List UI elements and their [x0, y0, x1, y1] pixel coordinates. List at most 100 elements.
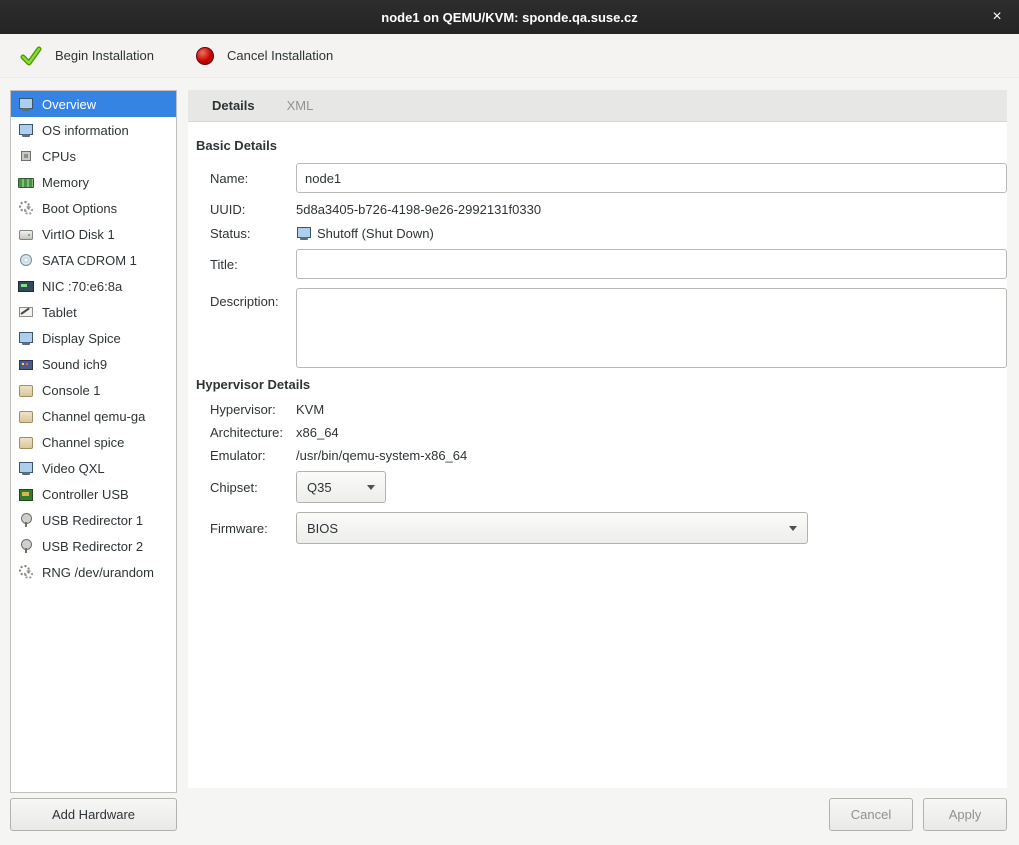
hypervisor-label: Hypervisor: [210, 402, 296, 417]
firmware-label: Firmware: [210, 521, 296, 536]
chipset-select[interactable]: Q35 [296, 471, 386, 503]
sidebar-item-tablet[interactable]: Tablet [11, 299, 176, 325]
sidebar-item-virtio-disk-1[interactable]: VirtIO Disk 1 [11, 221, 176, 247]
status-row: Status: Shutoff (Shut Down) [210, 225, 1007, 241]
firmware-selected-value: BIOS [307, 521, 338, 536]
toolbar: Begin Installation Cancel Installation [0, 34, 1019, 78]
window-title: node1 on QEMU/KVM: sponde.qa.suse.cz [381, 10, 637, 25]
sidebar-item-nic[interactable]: NIC :70:e6:8a [11, 273, 176, 299]
checkmark-icon [20, 46, 42, 66]
usb-icon [18, 512, 34, 528]
sidebar-item-sound-ich9[interactable]: Sound ich9 [11, 351, 176, 377]
cdrom-icon [18, 252, 34, 268]
right-column: Details XML Basic Details Name: UUID: 5d… [188, 90, 1007, 831]
sidebar-item-label: VirtIO Disk 1 [42, 227, 115, 242]
boot-options-icon [18, 200, 34, 216]
hypervisor-details-header: Hypervisor Details [196, 377, 1007, 392]
sidebar-item-rng[interactable]: RNG /dev/urandom [11, 559, 176, 585]
window-titlebar: node1 on QEMU/KVM: sponde.qa.suse.cz × [0, 0, 1019, 34]
status-label: Status: [210, 226, 296, 241]
architecture-row: Architecture: x86_64 [210, 425, 1007, 440]
uuid-row: UUID: 5d8a3405-b726-4198-9e26-2992131f03… [210, 202, 1007, 217]
tab-details[interactable]: Details [196, 90, 271, 121]
display-icon [18, 330, 34, 346]
sidebar-item-channel-qemu-ga[interactable]: Channel qemu-ga [11, 403, 176, 429]
sidebar-item-label: Memory [42, 175, 89, 190]
sidebar-item-label: Video QXL [42, 461, 105, 476]
sidebar-item-label: Console 1 [42, 383, 101, 398]
details-panel: Basic Details Name: UUID: 5d8a3405-b726-… [188, 122, 1007, 788]
console-icon [18, 382, 34, 398]
name-row: Name: [210, 163, 1007, 193]
sound-icon [18, 356, 34, 372]
name-input[interactable] [296, 163, 1007, 193]
uuid-label: UUID: [210, 202, 296, 217]
chipset-row: Chipset: Q35 [210, 471, 1007, 503]
status-value: Shutoff (Shut Down) [317, 226, 434, 241]
sidebar-item-usb-redirector-2[interactable]: USB Redirector 2 [11, 533, 176, 559]
cancel-installation-button[interactable]: Cancel Installation [186, 42, 343, 70]
sidebar-item-label: OS information [42, 123, 129, 138]
sidebar-item-label: CPUs [42, 149, 76, 164]
chevron-down-icon [789, 526, 797, 531]
chevron-down-icon [367, 485, 375, 490]
add-hardware-button[interactable]: Add Hardware [10, 798, 177, 831]
emulator-value: /usr/bin/qemu-system-x86_64 [296, 448, 467, 463]
chipset-label: Chipset: [210, 480, 296, 495]
cpu-icon [18, 148, 34, 164]
hardware-list: Overview OS information CPUs Memory Boot… [10, 90, 177, 793]
emulator-label: Emulator: [210, 448, 296, 463]
title-input[interactable] [296, 249, 1007, 279]
sidebar-item-label: Channel spice [42, 435, 124, 450]
shutoff-status-icon [296, 225, 312, 241]
description-label: Description: [210, 288, 296, 309]
sidebar-item-boot-options[interactable]: Boot Options [11, 195, 176, 221]
channel-icon [18, 408, 34, 424]
sidebar-item-channel-spice[interactable]: Channel spice [11, 429, 176, 455]
description-row: Description: [210, 288, 1007, 368]
description-textarea[interactable] [296, 288, 1007, 368]
architecture-label: Architecture: [210, 425, 296, 440]
firmware-select[interactable]: BIOS [296, 512, 808, 544]
sidebar-item-label: Overview [42, 97, 96, 112]
sidebar-item-console-1[interactable]: Console 1 [11, 377, 176, 403]
tab-xml[interactable]: XML [271, 90, 330, 121]
usb-controller-icon [18, 486, 34, 502]
sidebar-item-display-spice[interactable]: Display Spice [11, 325, 176, 351]
begin-installation-button[interactable]: Begin Installation [10, 41, 164, 71]
rng-icon [18, 564, 34, 580]
left-column: Overview OS information CPUs Memory Boot… [10, 90, 177, 831]
cancel-button[interactable]: Cancel [829, 798, 913, 831]
sidebar-item-memory[interactable]: Memory [11, 169, 176, 195]
os-information-icon [18, 122, 34, 138]
sidebar-item-label: SATA CDROM 1 [42, 253, 137, 268]
sidebar-item-video-qxl[interactable]: Video QXL [11, 455, 176, 481]
sidebar-item-os-information[interactable]: OS information [11, 117, 176, 143]
sidebar-item-sata-cdrom-1[interactable]: SATA CDROM 1 [11, 247, 176, 273]
close-window-button[interactable]: × [985, 0, 1009, 34]
usb-icon [18, 538, 34, 554]
action-bar: Cancel Apply [188, 798, 1007, 831]
sidebar-item-overview[interactable]: Overview [11, 91, 176, 117]
channel-icon [18, 434, 34, 450]
memory-icon [18, 174, 34, 190]
sidebar-item-label: NIC :70:e6:8a [42, 279, 122, 294]
hypervisor-row: Hypervisor: KVM [210, 402, 1007, 417]
network-icon [18, 278, 34, 294]
sidebar-item-label: Display Spice [42, 331, 121, 346]
firmware-row: Firmware: BIOS [210, 512, 1007, 544]
sidebar-item-label: Boot Options [42, 201, 117, 216]
sidebar-item-label: USB Redirector 1 [42, 513, 143, 528]
basic-details-header: Basic Details [196, 138, 1007, 153]
title-row: Title: [210, 249, 1007, 279]
architecture-value: x86_64 [296, 425, 339, 440]
overview-icon [18, 96, 34, 112]
video-icon [18, 460, 34, 476]
tab-bar: Details XML [188, 90, 1007, 122]
sidebar-item-cpus[interactable]: CPUs [11, 143, 176, 169]
sidebar-item-usb-redirector-1[interactable]: USB Redirector 1 [11, 507, 176, 533]
sidebar-item-controller-usb[interactable]: Controller USB [11, 481, 176, 507]
apply-button[interactable]: Apply [923, 798, 1007, 831]
sidebar-item-label: RNG /dev/urandom [42, 565, 154, 580]
sidebar-item-label: Tablet [42, 305, 77, 320]
